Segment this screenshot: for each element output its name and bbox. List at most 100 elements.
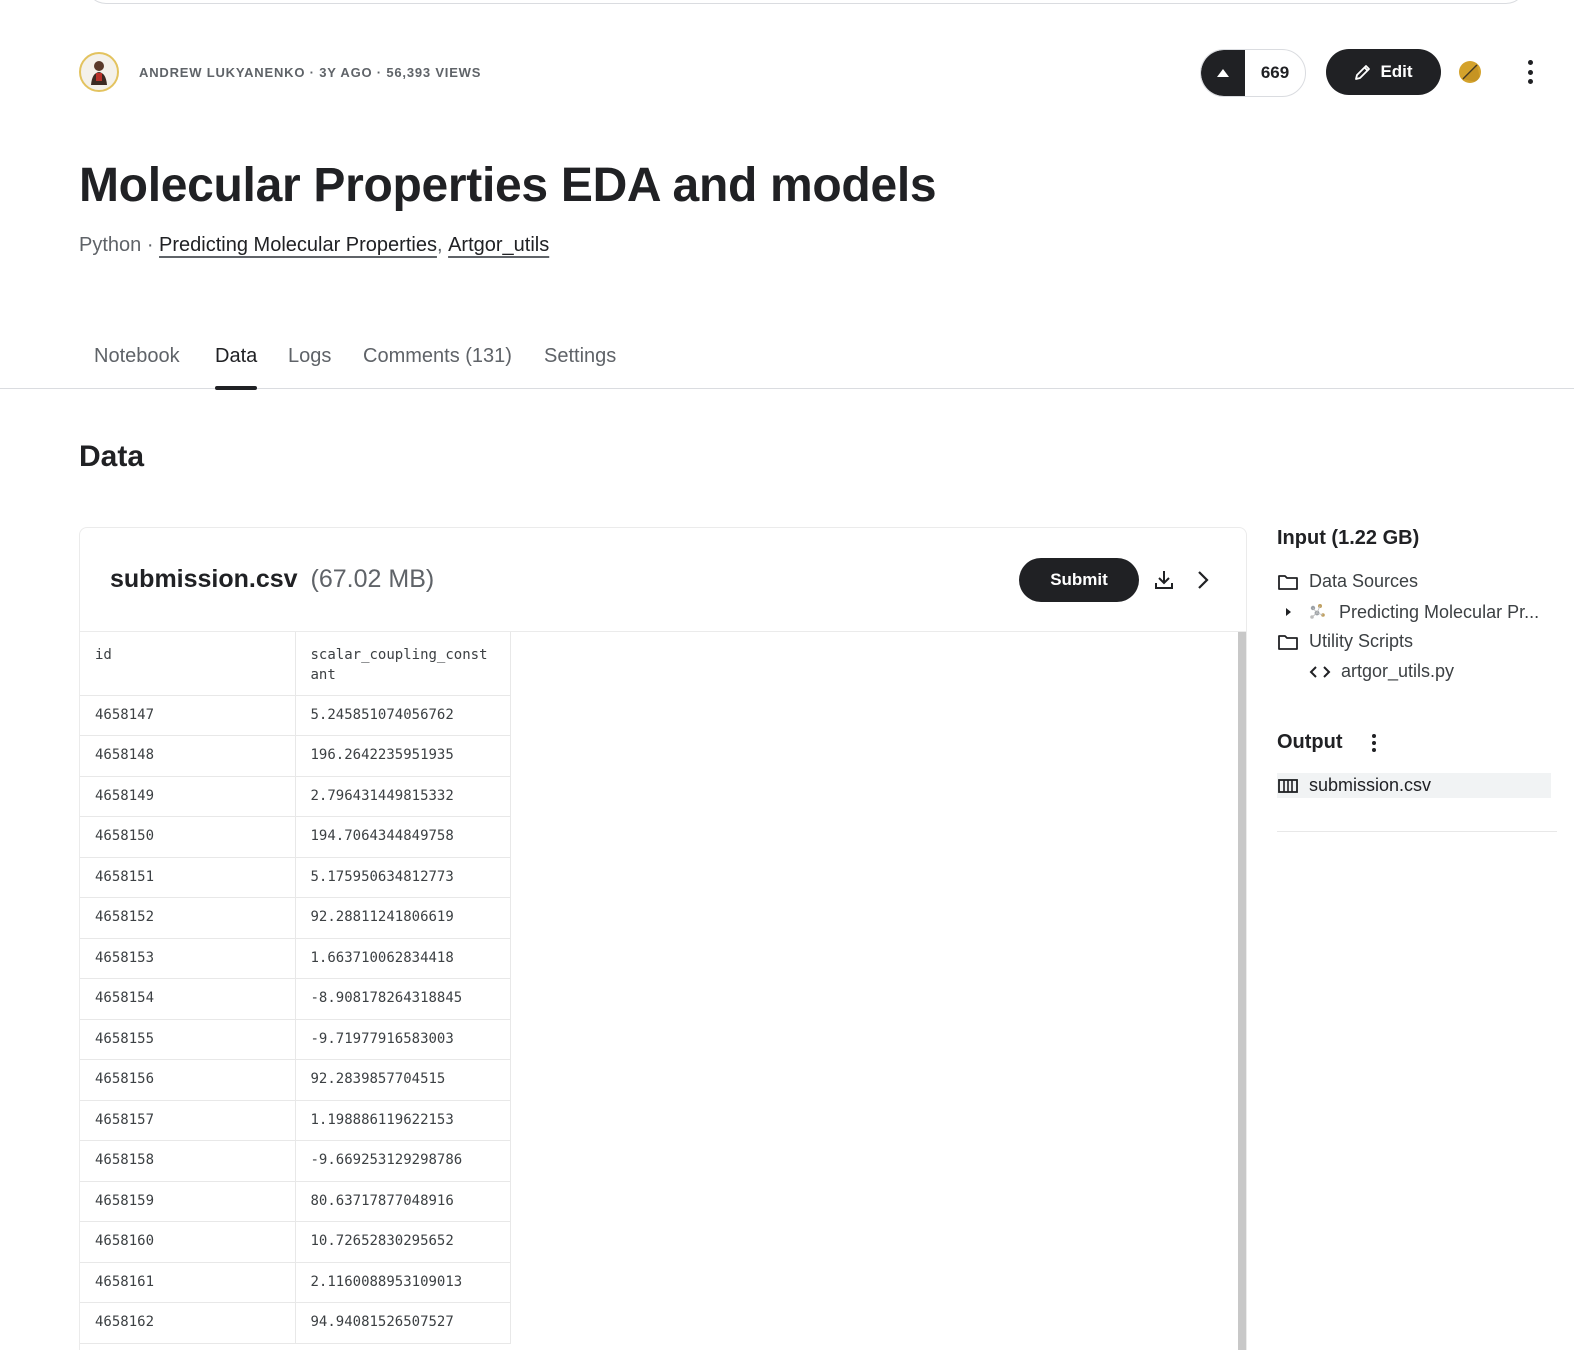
code-icon — [1309, 665, 1331, 678]
tab-logs[interactable]: Logs — [288, 345, 331, 389]
cell-id: 4658161 — [80, 1262, 296, 1303]
sidebar-divider — [1277, 831, 1557, 832]
download-icon[interactable] — [1152, 568, 1176, 592]
data-table: id scalar_coupling_constant 4658147 5.245… — [80, 632, 511, 1344]
data-sources-label: Data Sources — [1309, 571, 1419, 591]
header-actions: 669 Edit — [1174, 49, 1574, 97]
output-file-label: submission.csv — [1309, 775, 1432, 795]
source-link-competition[interactable]: Predicting Molecular Properties — [159, 234, 437, 257]
cell-id: 4658147 — [80, 695, 296, 736]
table-row: 4658159 80.63717877048916 — [80, 1181, 511, 1222]
table-row: 4658158 -9.669253129298786 — [80, 1140, 511, 1182]
table-row: 4658157 1.198886119622153 — [80, 1100, 511, 1141]
tab-comments[interactable]: Comments (131) — [363, 345, 512, 389]
cell-id: 4658149 — [80, 776, 296, 817]
cell-scalar-coupling-constant: 2.796431449815332 — [295, 776, 511, 817]
cell-id: 4658153 — [80, 938, 296, 979]
tab-data[interactable]: Data — [215, 345, 258, 390]
cell-id: 4658148 — [80, 735, 296, 777]
section-title: Data — [79, 440, 145, 473]
page-title: Molecular Properties EDA and models — [79, 159, 937, 212]
cell-scalar-coupling-constant: 10.72652830295652 — [295, 1221, 511, 1263]
avatar-image — [83, 56, 115, 88]
language-label: Python — [79, 234, 142, 256]
cell-id: 4658152 — [80, 897, 296, 939]
cell-scalar-coupling-constant: 5.245851074056762 — [295, 695, 511, 736]
tree-item-dataset[interactable]: Predicting Molecular Pr... — [1283, 601, 1539, 623]
cell-id: 4658158 — [80, 1140, 296, 1182]
caret-up-icon — [1217, 69, 1229, 77]
cell-scalar-coupling-constant: 92.2839857704515 — [295, 1059, 511, 1101]
table-row: 4658147 5.245851074056762 — [80, 695, 511, 736]
output-title: Output — [1277, 731, 1343, 753]
table-scrollbar[interactable] — [1238, 632, 1246, 1350]
notebook-subline: Python · Predicting Molecular Properties… — [79, 234, 549, 257]
chevron-right-icon[interactable] — [1192, 568, 1214, 592]
table-row: 4658149 2.796431449815332 — [80, 776, 511, 817]
utility-scripts-label: Utility Scripts — [1309, 631, 1414, 651]
table-body: 4658147 5.245851074056762 4658148 196.26422… — [80, 695, 511, 1344]
table-row: 4658155 -9.71977916583003 — [80, 1019, 511, 1060]
author-meta: ANDREW LUKYANENKO · 3Y AGO · 56,393 VIEW… — [139, 64, 482, 80]
vote-count: 669 — [1260, 63, 1290, 82]
output-more-icon[interactable] — [1370, 734, 1378, 752]
cell-scalar-coupling-constant: 80.63717877048916 — [295, 1181, 511, 1222]
table-row: 4658151 5.175950634812773 — [80, 857, 511, 898]
author-row: ANDREW LUKYANENKO · 3Y AGO · 56,393 VIEW… — [79, 52, 481, 92]
cell-id: 4658154 — [80, 978, 296, 1020]
cell-scalar-coupling-constant: 94.94081526507527 — [295, 1302, 511, 1344]
folder-icon — [1278, 574, 1298, 590]
cell-id: 4658150 — [80, 816, 296, 858]
pencil-icon — [1355, 65, 1371, 80]
table-icon — [1278, 778, 1298, 793]
tree-item-utility-scripts[interactable]: Utility Scripts — [1277, 631, 1413, 652]
cell-scalar-coupling-constant: 1.198886119622153 — [295, 1100, 511, 1141]
cell-id: 4658157 — [80, 1100, 296, 1141]
file-preview-header: submission.csv (67.02 MB) Submit — [80, 528, 1246, 632]
folder-icon — [1278, 634, 1298, 650]
cell-scalar-coupling-constant: -8.908178264318845 — [295, 978, 511, 1020]
data-table-wrapper[interactable]: id scalar_coupling_constant 4658147 5.245… — [80, 632, 1238, 1350]
table-row: 4658154 -8.908178264318845 — [80, 978, 511, 1020]
search-bar-edge — [86, 0, 1526, 4]
cell-id: 4658156 — [80, 1059, 296, 1101]
output-file-item[interactable]: submission.csv — [1277, 773, 1551, 798]
cell-scalar-coupling-constant: 2.1160088953109013 — [295, 1262, 511, 1303]
edit-button[interactable]: Edit — [1326, 49, 1441, 95]
cell-scalar-coupling-constant: 196.2642235951935 — [295, 735, 511, 777]
source-link-utils[interactable]: Artgor_utils — [448, 234, 549, 257]
avatar[interactable] — [79, 52, 119, 92]
table-row: 4658161 2.1160088953109013 — [80, 1262, 511, 1303]
tab-notebook[interactable]: Notebook — [94, 345, 180, 389]
tree-item-script[interactable]: artgor_utils.py — [1309, 661, 1454, 682]
subline-separator: · — [141, 234, 160, 256]
more-options-icon[interactable] — [1526, 60, 1534, 84]
medal-icon[interactable] — [1459, 61, 1481, 83]
cell-id: 4658151 — [80, 857, 296, 898]
table-row: 4658162 94.94081526507527 — [80, 1302, 511, 1344]
tab-bar: Notebook Data Logs Comments (131) Settin… — [0, 335, 1574, 390]
cell-id: 4658162 — [80, 1302, 296, 1344]
file-preview-card: submission.csv (67.02 MB) Submit id scal… — [79, 527, 1247, 1350]
upvote-control[interactable]: 669 — [1200, 49, 1306, 97]
cell-scalar-coupling-constant: 92.28811241806619 — [295, 897, 511, 939]
tab-settings[interactable]: Settings — [544, 345, 616, 389]
cell-scalar-coupling-constant: -9.669253129298786 — [295, 1140, 511, 1182]
dataset-label: Predicting Molecular Pr... — [1339, 601, 1540, 622]
caret-right-icon[interactable] — [1283, 607, 1293, 617]
dataset-thumbnail-icon — [1310, 604, 1325, 619]
script-label: artgor_utils.py — [1341, 661, 1455, 681]
cell-scalar-coupling-constant: 194.7064344849758 — [295, 816, 511, 858]
file-title: submission.csv (67.02 MB) — [110, 565, 434, 594]
submit-button[interactable]: Submit — [1019, 558, 1139, 602]
input-title: Input (1.22 GB) — [1277, 527, 1420, 549]
tree-item-data-sources[interactable]: Data Sources — [1277, 571, 1418, 592]
table-row: 4658153 1.663710062834418 — [80, 938, 511, 979]
column-header-scalar-coupling-constant[interactable]: scalar_coupling_constant — [295, 632, 511, 696]
upvote-button[interactable] — [1201, 50, 1245, 96]
table-row: 4658150 194.7064344849758 — [80, 816, 511, 858]
cell-id: 4658160 — [80, 1221, 296, 1263]
cell-scalar-coupling-constant: 5.175950634812773 — [295, 857, 511, 898]
table-row: 4658152 92.28811241806619 — [80, 897, 511, 939]
column-header-id[interactable]: id — [80, 632, 296, 696]
